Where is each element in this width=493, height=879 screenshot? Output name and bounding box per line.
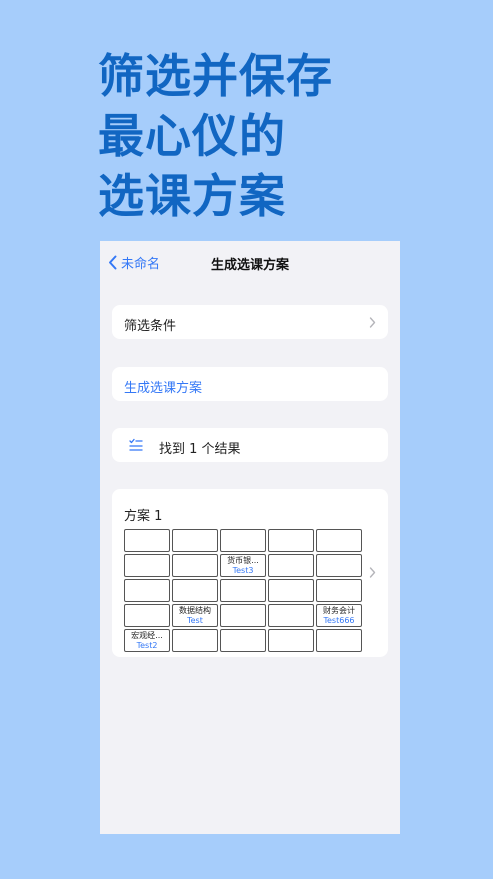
timetable-cell xyxy=(268,529,314,552)
app-screen: 未命名 生成选课方案 筛选条件 生成选课方案 找到 1 个结果 方案 1 货币银… xyxy=(100,241,400,834)
generate-plan-label: 生成选课方案 xyxy=(124,381,203,396)
timetable-cell xyxy=(124,579,170,602)
chevron-right-icon xyxy=(369,317,376,328)
timetable-grid: 货币银... Test3 数据结构 Test 财务会计 Test666 宏观经... Test… xyxy=(124,529,362,652)
timetable-cell: 财务会计 Test666 xyxy=(316,604,362,627)
course-name: 数据结构 xyxy=(179,605,211,615)
course-teacher: Test3 xyxy=(232,565,254,575)
timetable-cell xyxy=(124,529,170,552)
timetable-cell xyxy=(220,629,266,652)
timetable-cell xyxy=(124,554,170,577)
headline-line-3: 选课方案 xyxy=(98,169,286,223)
course-name: 宏观经... xyxy=(131,630,163,640)
course-name: 财务会计 xyxy=(323,605,355,615)
page-title: 生成选课方案 xyxy=(210,258,289,273)
chevron-right-icon xyxy=(369,567,376,578)
timetable-cell xyxy=(316,529,362,552)
course-teacher: Test666 xyxy=(323,615,355,625)
timetable-cell xyxy=(268,554,314,577)
headline-line-1: 筛选并保存 xyxy=(98,49,333,103)
course-teacher: Test2 xyxy=(136,640,158,650)
timetable-cell xyxy=(172,529,218,552)
timetable-cell xyxy=(316,554,362,577)
headline-line-2: 最心仪的 xyxy=(98,109,286,163)
timetable-cell xyxy=(220,604,266,627)
timetable-cell xyxy=(268,579,314,602)
checklist-icon xyxy=(129,438,143,451)
navigation-bar: 未命名 生成选课方案 xyxy=(100,241,400,283)
timetable-cell xyxy=(220,579,266,602)
filter-conditions-row[interactable]: 筛选条件 xyxy=(112,305,388,339)
plan-title: 方案 1 xyxy=(124,509,163,524)
timetable-cell xyxy=(220,529,266,552)
timetable-cell xyxy=(268,604,314,627)
timetable-cell xyxy=(172,579,218,602)
timetable-cell xyxy=(316,629,362,652)
timetable-cell xyxy=(316,579,362,602)
timetable-cell: 货币银... Test3 xyxy=(220,554,266,577)
filter-conditions-label: 筛选条件 xyxy=(124,319,177,334)
generate-plan-button[interactable]: 生成选课方案 xyxy=(112,367,388,401)
course-name: 货币银... xyxy=(227,555,259,565)
timetable-cell: 数据结构 Test xyxy=(172,604,218,627)
result-count-label: 找到 1 个结果 xyxy=(159,442,241,457)
timetable-cell: 宏观经... Test2 xyxy=(124,629,170,652)
course-teacher: Test xyxy=(187,615,203,625)
result-count-row: 找到 1 个结果 xyxy=(112,428,388,462)
timetable-cell xyxy=(124,604,170,627)
plan-card[interactable]: 方案 1 货币银... Test3 数据结构 Test 财务会计 Test666 宏观经..… xyxy=(112,489,388,657)
timetable-cell xyxy=(268,629,314,652)
promo-headline: 筛选并保存 最心仪的 选课方案 xyxy=(98,46,333,226)
timetable-cell xyxy=(172,554,218,577)
timetable-cell xyxy=(172,629,218,652)
